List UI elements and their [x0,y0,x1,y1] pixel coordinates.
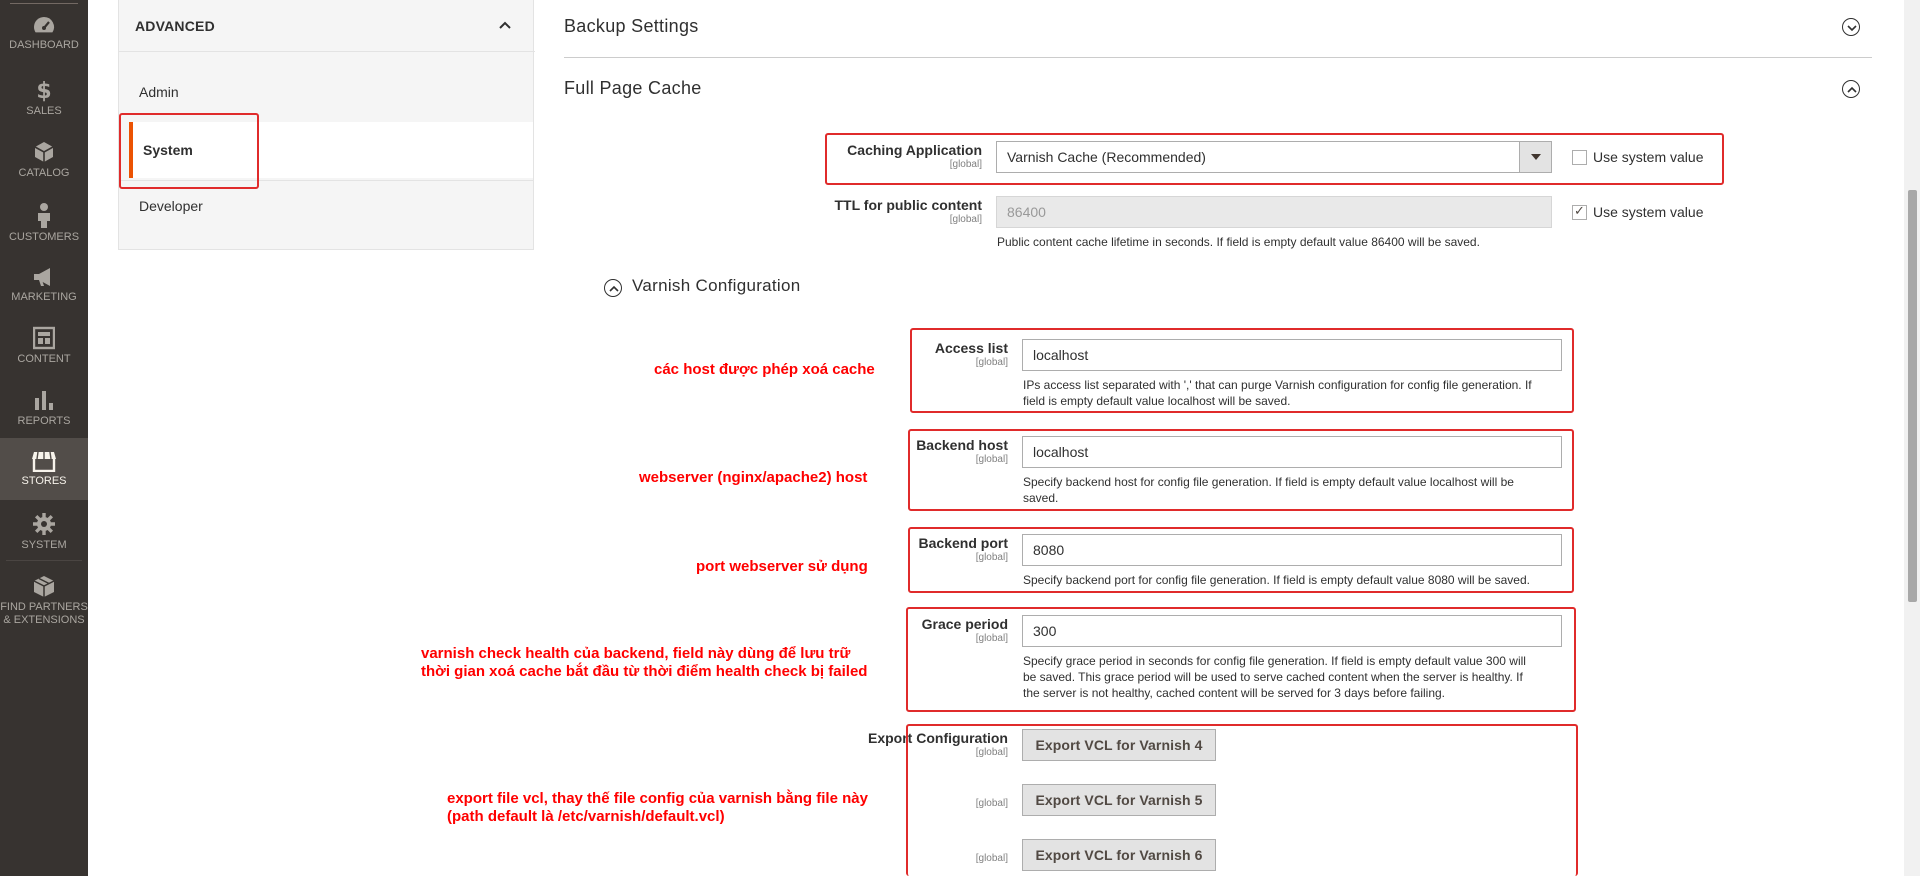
dashboard-icon [34,17,54,33]
nav-label-extensions: & EXTENSIONS [3,614,85,626]
nav-item-content[interactable]: CONTENT [0,326,88,388]
annotation-box-system-tab [119,113,259,189]
ttl-scope: [global] [949,214,982,225]
ttl-input[interactable]: 86400 [996,196,1552,228]
annotation-backend-port: port webserver sử dụng [696,558,868,575]
box-icon [33,576,55,597]
nav-item-find-partners[interactable]: FIND PARTNERS & EXTENSIONS [0,574,88,646]
tabs-group-header[interactable]: ADVANCED [119,0,535,52]
tab-admin-label: Admin [139,84,179,100]
tab-developer-label: Developer [139,198,203,214]
expand-icon[interactable] [1842,18,1860,36]
annotation-export-line1: export file vcl, thay thế file config củ… [447,790,868,807]
layout-icon [33,326,55,350]
cube-icon [34,142,54,162]
nav-item-catalog[interactable]: CATALOG [0,140,88,202]
section-title-backup: Backup Settings [564,16,699,36]
nav-label-customers: CUSTOMERS [8,231,80,243]
ttl-label: TTL for public content [834,197,982,213]
nav-item-dashboard[interactable]: DASHBOARD [0,14,88,76]
annotation-box-access-list [910,328,1574,413]
nav-label-stores: STORES [21,475,67,487]
nav-label-find-partners: FIND PARTNERS [0,601,88,613]
tabs-group-title: ADVANCED [135,18,215,34]
ttl-use-system-checkbox[interactable] [1572,203,1587,220]
varnish-configuration-title: Varnish Configuration [632,276,801,295]
bar-chart-icon [35,391,53,410]
nav-divider [6,560,82,561]
nav-label-reports: REPORTS [17,415,71,427]
nav-label-content: CONTENT [17,353,71,365]
nav-item-sales[interactable]: $ SALES [0,78,88,140]
megaphone-icon [34,268,50,286]
section-title-fpc: Full Page Cache [564,78,702,98]
annotation-box-backend-host [908,429,1574,511]
nav-label-sales: SALES [26,105,62,117]
admin-nav: DASHBOARD $ SALES CATALOG CUSTOMERS MARK… [0,0,88,876]
person-icon [38,203,50,228]
collapse-icon[interactable] [604,279,622,297]
svg-text:$: $ [36,79,51,102]
annotation-export-line2: (path default là /etc/varnish/default.vc… [447,808,725,825]
nav-item-marketing[interactable]: MARKETING [0,266,88,328]
annotation-backend-host: webserver (nginx/apache2) host [639,469,868,486]
scrollbar-thumb[interactable] [1908,190,1917,602]
nav-label-dashboard: DASHBOARD [9,39,79,51]
page-scrollbar[interactable] [1904,0,1920,876]
nav-label-catalog: CATALOG [18,167,70,179]
collapse-icon[interactable] [1842,80,1860,98]
ttl-use-system-label: Use system value [1593,204,1704,220]
annotation-box-backend-port [908,527,1574,593]
nav-top-divider [10,3,78,4]
ttl-hint: Public content cache lifetime in seconds… [997,235,1480,249]
nav-label-marketing: MARKETING [11,291,77,303]
annotation-grace-period-line2: thời gian xoá cache bắt đầu từ thời điểm… [421,663,868,680]
annotation-grace-period-line1: varnish check health của backend, field … [421,645,851,662]
store-icon [32,451,56,472]
annotation-box-grace-period [906,607,1576,712]
dollar-icon: $ [36,79,51,102]
nav-label-system: SYSTEM [21,539,67,551]
chevron-up-icon[interactable] [497,18,513,32]
gear-icon [33,513,55,535]
nav-item-stores[interactable]: STORES [0,438,88,500]
nav-item-system[interactable]: SYSTEM [0,512,88,574]
annotation-box-caching-application [825,133,1724,185]
annotation-access-list: các host được phép xoá cache [654,361,875,378]
section-divider [564,57,1872,58]
nav-item-customers[interactable]: CUSTOMERS [0,202,88,264]
annotation-box-export [906,724,1578,876]
